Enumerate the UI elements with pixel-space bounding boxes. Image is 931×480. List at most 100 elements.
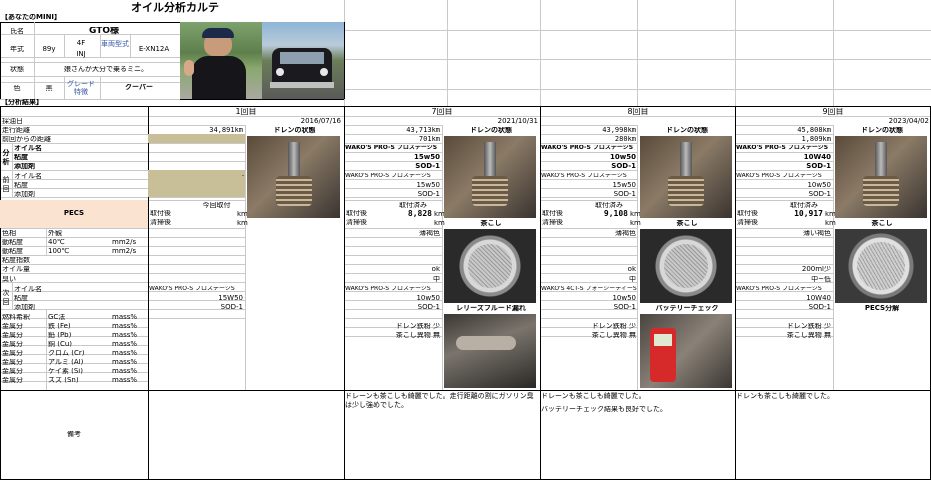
grid-line — [735, 273, 833, 274]
visit-oil: WAKO'S PRO-S プロステージS — [345, 145, 438, 151]
grid-line — [735, 134, 833, 135]
grid-line — [148, 264, 245, 265]
visit-mileage: 43,998km — [602, 127, 636, 134]
shaded-cell — [148, 134, 245, 143]
label-metal-a: 金属分 — [2, 350, 23, 357]
label-visc-2: 粘度 — [14, 182, 28, 189]
visit-smell: 中 — [629, 276, 636, 283]
grid-line — [0, 116, 931, 117]
label-metal-a: 金属分 — [2, 323, 23, 330]
grid-line — [735, 161, 833, 162]
grid-line — [344, 255, 442, 256]
visit-crud-drain: ドレン鉄粉 少 — [786, 323, 831, 330]
visit-color: 薄い褐色 — [803, 230, 831, 237]
label-amount: オイル量 — [2, 266, 30, 273]
label-metal-b: 鉛 (Pb) — [48, 332, 72, 339]
grid-line — [735, 200, 833, 201]
label-metal-a: 金属分 — [2, 377, 23, 384]
grid-line — [344, 143, 442, 144]
visit-prev-oil: WAKO'S PRO-S プロステージS — [345, 173, 431, 179]
drain-title: ドレンの状態 — [470, 127, 512, 134]
owner-photo — [180, 22, 262, 99]
label-oil-name-3: オイル名 — [14, 286, 42, 293]
name-label: 氏名 — [10, 28, 24, 35]
visit-next-oil: WAKO'S PRO-S プロステージS — [345, 286, 431, 292]
color-value: 黒 — [45, 85, 53, 92]
grid-line — [148, 152, 245, 153]
grid-line — [148, 282, 245, 283]
visit-header: 8回目 — [627, 108, 649, 116]
label-metal-a: 金属分 — [2, 332, 23, 339]
grid-line — [540, 237, 638, 238]
visit-crud-strainer: 茶こし異物 無 — [395, 332, 440, 339]
grid-line — [0, 282, 148, 283]
visit-next-oil: WAKO'S PRO-S プロステージS — [736, 286, 822, 292]
grid-line — [735, 264, 833, 265]
grade-value: クーパー — [125, 84, 153, 91]
grid-line — [637, 125, 638, 390]
grid-line — [540, 200, 638, 201]
photo2-title: PECS分解 — [864, 305, 900, 312]
car-photo — [262, 22, 344, 99]
label-metal-unit: mass% — [112, 368, 138, 375]
release-fluid-photo — [444, 314, 536, 388]
visit-prev-oil: - — [241, 173, 244, 179]
strainer-title: 茶こし — [480, 220, 502, 227]
grid-line — [735, 170, 833, 171]
visit-prev-visc: 15w50 — [612, 182, 636, 189]
visit-oil: WAKO'S PRO-S プロステージS — [541, 145, 634, 151]
label-metal-unit: mass% — [112, 341, 138, 348]
drain-photo — [835, 136, 927, 218]
label-side-next: 次回 — [2, 289, 10, 306]
grid-line — [735, 179, 833, 180]
grid-line — [735, 237, 833, 238]
grid-line — [344, 22, 345, 99]
visit-next-oil: WAKO'S 4CT-S フォーシーティーS — [541, 286, 637, 292]
grid-line — [735, 143, 833, 144]
year-label: 年式 — [10, 46, 24, 53]
visit-next-visc: 15W50 — [218, 295, 243, 302]
grid-line — [46, 237, 47, 255]
pecs-install-label: 取付後 — [346, 210, 367, 217]
pecs-clean-label: 清掃後 — [737, 219, 758, 226]
drain-title: ドレンの状態 — [273, 127, 316, 134]
grid-line — [46, 309, 47, 390]
visit-date: 2021/10/31 — [497, 118, 538, 125]
grid-line — [540, 255, 638, 256]
grid-line — [148, 143, 245, 144]
grid-line — [344, 264, 442, 265]
grid-line — [344, 134, 442, 135]
grid-line — [540, 228, 638, 229]
label-visc-3: 粘度 — [14, 295, 28, 302]
grid-line — [0, 125, 148, 126]
grid-line — [0, 143, 148, 144]
visit-mileage: 43,713km — [406, 127, 440, 134]
pecs-clean-label: 清掃後 — [542, 219, 563, 226]
grid-line — [0, 246, 148, 247]
drain-photo — [247, 136, 340, 218]
label-metal-b: 銅 (Cu) — [48, 341, 73, 348]
strainer-photo — [444, 229, 536, 303]
grid-line — [148, 197, 245, 198]
visit-amount: ok — [431, 266, 440, 273]
pecs-install-value: 8,828 — [407, 210, 432, 218]
visit-prev-visc: 10w50 — [807, 182, 831, 189]
visit-header: 9回目 — [822, 108, 844, 116]
label-smell: 臭い — [2, 276, 16, 283]
profile-section-label: 【あなたのMINI】 — [1, 14, 62, 21]
grid-line — [735, 318, 833, 319]
grid-line — [0, 264, 148, 265]
grid-line — [540, 170, 638, 171]
label-kin40-b: 40℃ — [48, 239, 65, 246]
grid-line — [148, 228, 245, 229]
visit-prev-visc: 15w50 — [416, 182, 440, 189]
visit-amount: 200ml少 — [801, 266, 831, 273]
label-metal-unit: mass% — [112, 377, 138, 384]
label-color-a: 色相 — [2, 230, 16, 237]
visit-remark: ドレーンも茶こしも綺麗でした。 — [541, 392, 646, 400]
grid-line — [344, 246, 442, 247]
visit-crud-drain: ドレン鉄粉 少 — [395, 323, 440, 330]
grid-line — [442, 125, 443, 390]
visit-next-oil: WAKO'S PRO-S プロステージS — [149, 286, 235, 292]
pecs-clean-label: 清掃後 — [346, 219, 367, 226]
